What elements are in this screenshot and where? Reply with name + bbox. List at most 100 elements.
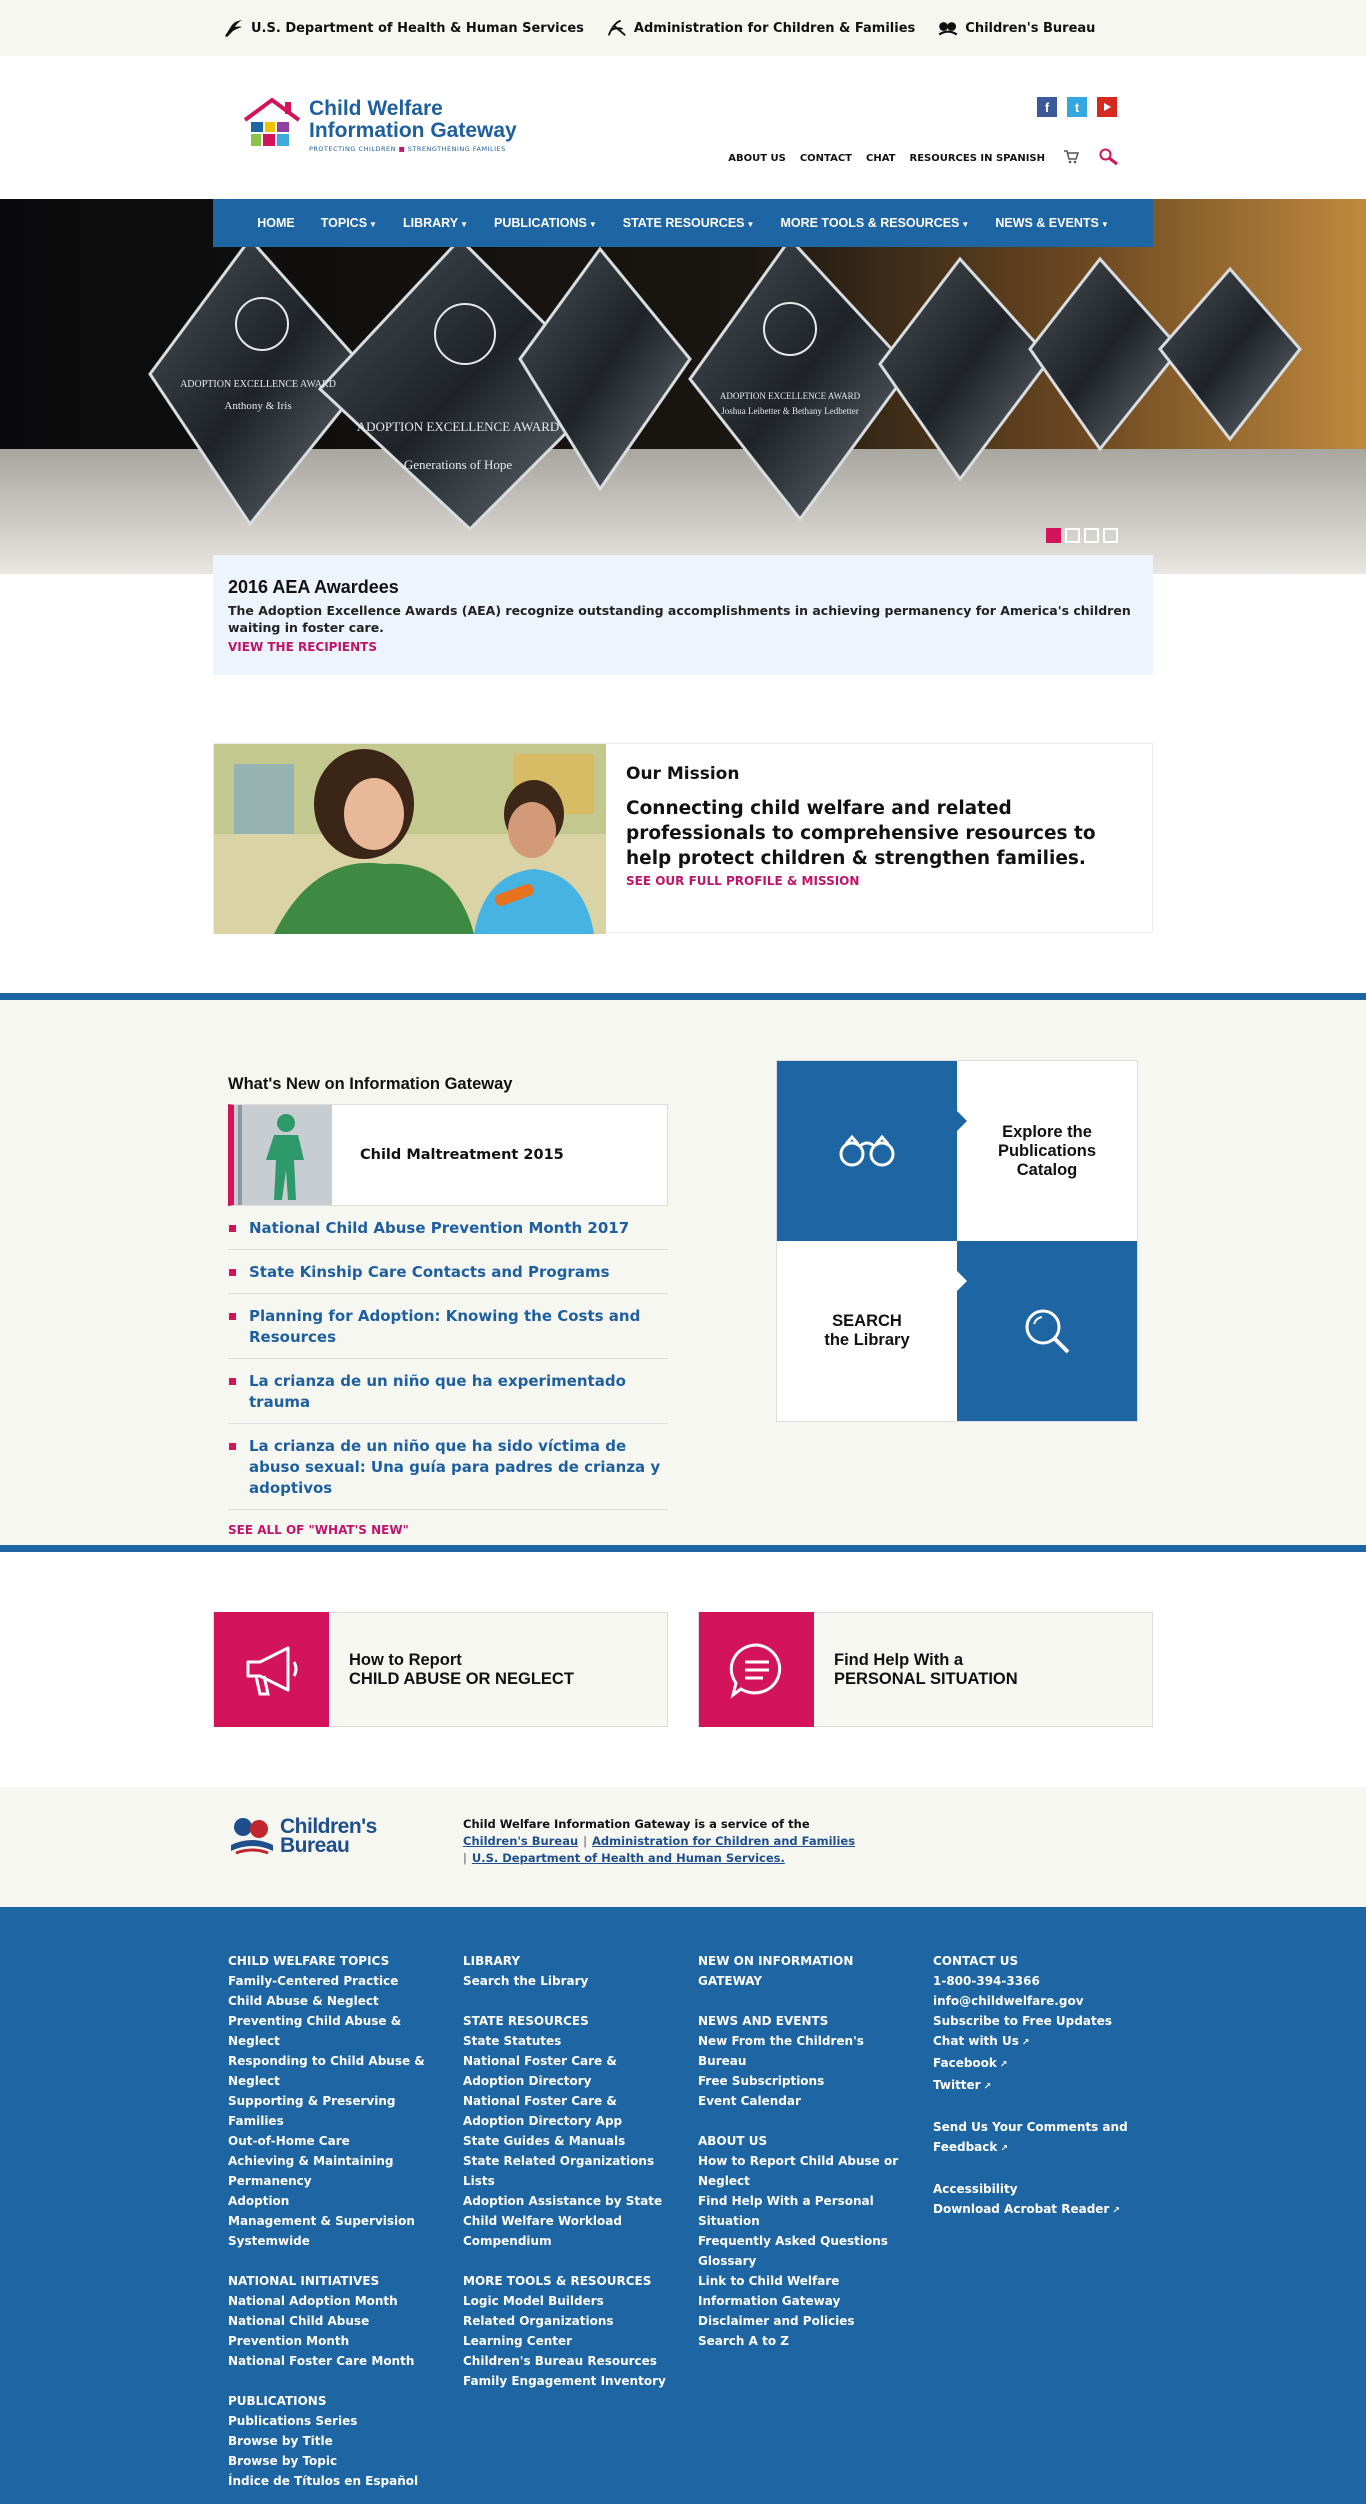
cart-icon[interactable] xyxy=(1063,150,1080,167)
footer-link[interactable]: National Foster Care & Adoption Director… xyxy=(463,2051,673,2091)
search-library-tile[interactable]: SEARCH the Library xyxy=(777,1241,957,1421)
footer-link[interactable]: National Foster Care & Adoption Director… xyxy=(463,2091,673,2131)
footer-link[interactable]: Free Subscriptions xyxy=(698,2071,913,2091)
footer-link[interactable]: Twitter ↗ xyxy=(933,2075,1133,2097)
footer-link[interactable]: Link to Child Welfare Information Gatewa… xyxy=(698,2271,913,2311)
carousel-dot-4[interactable] xyxy=(1103,528,1118,543)
list-item[interactable]: State Kinship Care Contacts and Programs xyxy=(228,1250,668,1294)
nav-home[interactable]: HOME xyxy=(257,216,295,230)
footer-link[interactable]: New From the Children's Bureau xyxy=(698,2031,913,2071)
twitter-icon[interactable]: t xyxy=(1067,97,1087,117)
list-item-text: State Kinship Care Contacts and Programs xyxy=(249,1263,610,1281)
footer-link[interactable]: Download Acrobat Reader ↗ xyxy=(933,2199,1133,2221)
footer-link[interactable]: Adoption xyxy=(228,2191,443,2211)
facebook-icon[interactable]: f xyxy=(1037,97,1057,117)
footer-link[interactable]: Children's Bureau Resources xyxy=(463,2351,673,2371)
nav-library[interactable]: LIBRARY ▼ xyxy=(403,216,468,230)
footer-link[interactable]: National Child Abuse Prevention Month xyxy=(228,2311,443,2351)
footer-link[interactable]: 1-800-394-3366 xyxy=(933,1971,1133,1991)
cb-footer-link[interactable]: Children's Bureau xyxy=(463,1834,578,1848)
search-icon[interactable] xyxy=(1099,148,1119,169)
footer-link[interactable]: Browse by Title xyxy=(228,2431,443,2451)
footer-link[interactable]: Disclaimer and Policies xyxy=(698,2311,913,2331)
footer-link[interactable]: Event Calendar xyxy=(698,2091,913,2111)
hhs-label: U.S. Department of Health & Human Servic… xyxy=(251,20,584,36)
logo-line2: Information Gateway xyxy=(309,118,517,142)
carousel-dot-3[interactable] xyxy=(1084,528,1099,543)
utility-chat[interactable]: CHAT xyxy=(866,153,896,164)
footer-link[interactable]: Frequently Asked Questions xyxy=(698,2231,913,2251)
footer-link[interactable]: info@childwelfare.gov xyxy=(933,1991,1133,2011)
hhs-link[interactable]: U.S. Department of Health & Human Servic… xyxy=(223,17,584,39)
footer-link[interactable]: National Foster Care Month xyxy=(228,2351,443,2371)
report-abuse-box[interactable]: How to Report CHILD ABUSE OR NEGLECT xyxy=(213,1612,668,1727)
footer-link[interactable]: Glossary xyxy=(698,2251,913,2271)
footer-link[interactable]: Management & Supervision xyxy=(228,2211,443,2231)
footer-link[interactable]: Out-of-Home Care xyxy=(228,2131,443,2151)
footer-link[interactable]: Browse by Topic xyxy=(228,2451,443,2471)
footer-link[interactable]: Send Us Your Comments and Feedback ↗ xyxy=(933,2117,1133,2159)
acf-link[interactable]: Administration for Children & Families xyxy=(606,17,915,39)
footer-link[interactable]: National Adoption Month xyxy=(228,2291,443,2311)
search-library-tile-icon[interactable] xyxy=(957,1241,1137,1421)
footer-heading-link[interactable]: NEW ON INFORMATION GATEWAY xyxy=(698,1951,913,1991)
nav-state-resources[interactable]: STATE RESOURCES ▼ xyxy=(623,216,755,230)
footer-link[interactable]: Family Engagement Inventory xyxy=(463,2371,673,2391)
footer-link[interactable]: Search A to Z xyxy=(698,2331,913,2351)
footer-link[interactable]: Logic Model Builders xyxy=(463,2291,673,2311)
nav-topics[interactable]: TOPICS ▼ xyxy=(321,216,377,230)
nav-publications[interactable]: PUBLICATIONS ▼ xyxy=(494,216,597,230)
footer-link[interactable]: Supporting & Preserving Families xyxy=(228,2091,443,2131)
list-item[interactable]: La crianza de un niño que ha sido víctim… xyxy=(228,1424,668,1510)
footer-link-label: Índice de Títulos en Español xyxy=(228,2474,419,2488)
utility-spanish[interactable]: RESOURCES IN SPANISH xyxy=(910,153,1046,164)
footer-link[interactable]: Family-Centered Practice xyxy=(228,1971,443,1991)
utility-about[interactable]: ABOUT US xyxy=(728,153,786,164)
view-recipients-link[interactable]: VIEW THE RECIPIENTS xyxy=(228,640,1138,654)
footer-link[interactable]: State Related Organizations Lists xyxy=(463,2151,673,2191)
explore-catalog-tile[interactable]: Explore the Publications Catalog xyxy=(957,1061,1137,1241)
footer-link[interactable]: Chat with Us ↗ xyxy=(933,2031,1133,2053)
list-item[interactable]: National Child Abuse Prevention Month 20… xyxy=(228,1206,668,1250)
footer-link[interactable]: Achieving & Maintaining Permanency xyxy=(228,2151,443,2191)
footer-link[interactable]: Facebook ↗ xyxy=(933,2053,1133,2075)
carousel-dot-2[interactable] xyxy=(1065,528,1080,543)
footer-link[interactable]: Systemwide xyxy=(228,2231,443,2251)
footer-link[interactable]: Subscribe to Free Updates xyxy=(933,2011,1133,2031)
mission-link[interactable]: SEE OUR FULL PROFILE & MISSION xyxy=(626,874,1132,888)
nav-news-events[interactable]: NEWS & EVENTS ▼ xyxy=(995,216,1108,230)
cb-link[interactable]: Children's Bureau xyxy=(937,17,1095,39)
utility-contact[interactable]: CONTACT xyxy=(800,153,852,164)
footer-link[interactable]: Find Help With a Personal Situation xyxy=(698,2191,913,2231)
footer-link[interactable]: Adoption Assistance by State xyxy=(463,2191,673,2211)
hhs-footer-link[interactable]: U.S. Department of Health and Human Serv… xyxy=(472,1851,785,1865)
featured-item[interactable]: Child Maltreatment 2015 xyxy=(228,1104,668,1206)
footer-link[interactable]: Índice de Títulos en Español xyxy=(228,2471,443,2491)
search-library-label-a: SEARCH xyxy=(832,1312,902,1330)
footer-link[interactable]: Search the Library xyxy=(463,1971,673,1991)
see-all-whats-new-link[interactable]: SEE ALL OF "WHAT'S NEW" xyxy=(228,1523,668,1537)
list-item[interactable]: La crianza de un niño que ha experimenta… xyxy=(228,1359,668,1424)
site-logo[interactable]: Child Welfare Information Gateway PROTEC… xyxy=(241,96,517,154)
childrens-bureau-logo[interactable]: Children's Bureau xyxy=(228,1815,377,1857)
footer-link[interactable]: Responding to Child Abuse & Neglect xyxy=(228,2051,443,2091)
explore-catalog-tile-icon[interactable] xyxy=(777,1061,957,1241)
footer-link[interactable]: State Guides & Manuals xyxy=(463,2131,673,2151)
footer-link[interactable]: Preventing Child Abuse & Neglect xyxy=(228,2011,443,2051)
find-help-box[interactable]: Find Help With a PERSONAL SITUATION xyxy=(698,1612,1153,1727)
nav-more-tools[interactable]: MORE TOOLS & RESOURCES ▼ xyxy=(780,216,969,230)
hero-carousel[interactable]: ADOPTION EXCELLENCE AWARD Anthony & Iris… xyxy=(0,199,1366,574)
footer-link[interactable]: Child Welfare Workload Compendium xyxy=(463,2211,673,2251)
whats-new-heading: What's New on Information Gateway xyxy=(228,1075,513,1093)
carousel-dot-1[interactable] xyxy=(1046,528,1061,543)
footer-link[interactable]: Accessibility xyxy=(933,2179,1133,2199)
youtube-icon[interactable] xyxy=(1097,97,1117,117)
footer-link[interactable]: How to Report Child Abuse or Neglect xyxy=(698,2151,913,2191)
footer-link[interactable]: Child Abuse & Neglect xyxy=(228,1991,443,2011)
list-item[interactable]: Planning for Adoption: Knowing the Costs… xyxy=(228,1294,668,1359)
footer-link[interactable]: State Statutes xyxy=(463,2031,673,2051)
footer-link[interactable]: Learning Center xyxy=(463,2331,673,2351)
acf-footer-link[interactable]: Administration for Children and Families xyxy=(592,1834,855,1848)
footer-link[interactable]: Related Organizations xyxy=(463,2311,673,2331)
footer-link[interactable]: Publications Series xyxy=(228,2411,443,2431)
